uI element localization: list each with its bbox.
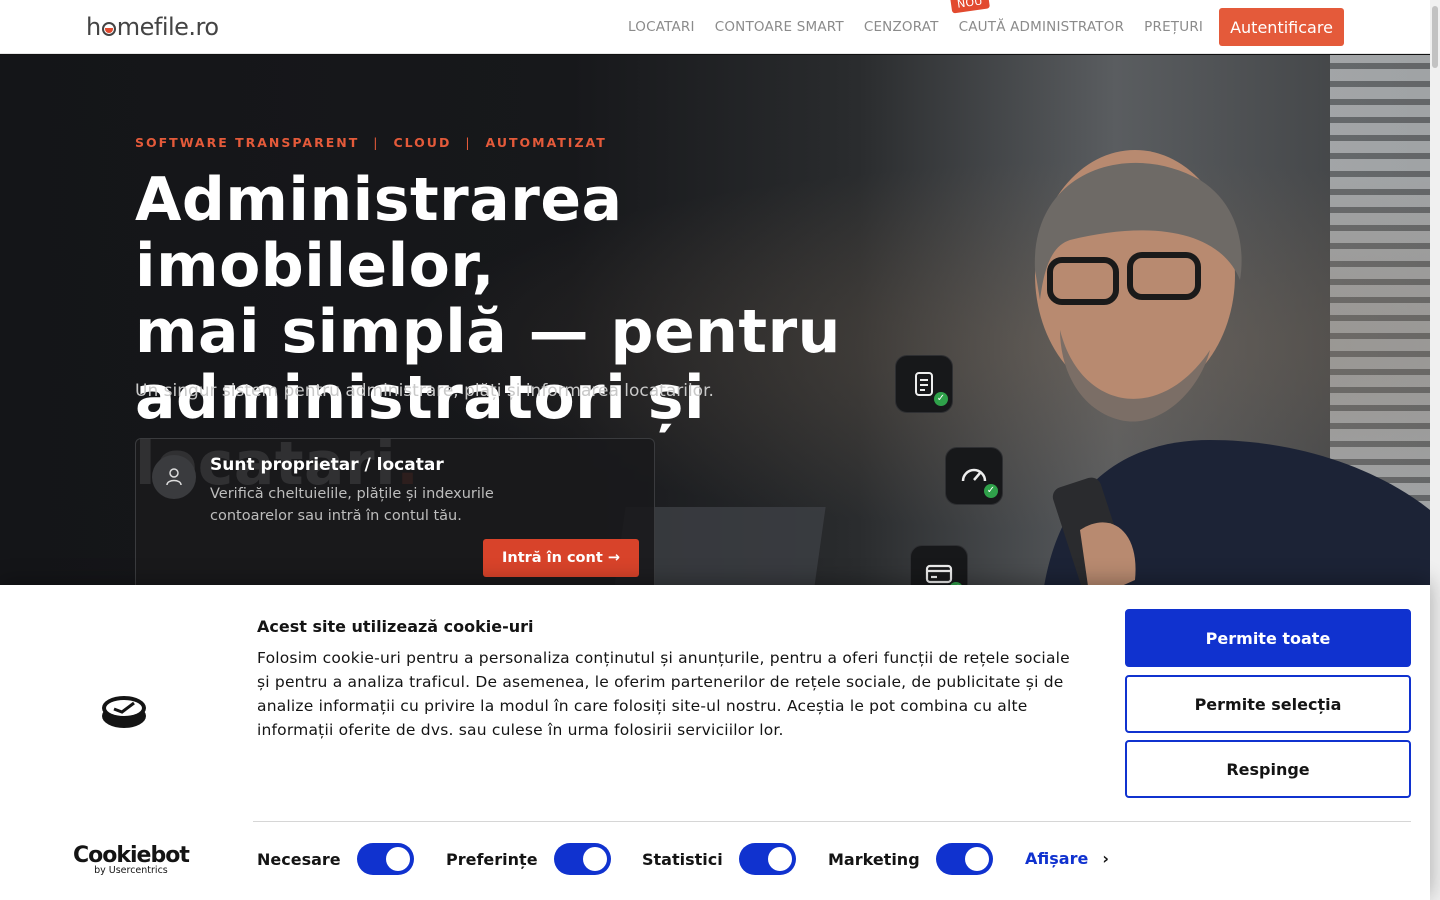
show-details-link[interactable]: Afișare › [1025, 849, 1109, 868]
nav-contoare-smart[interactable]: CONTOARE SMART [715, 19, 844, 35]
logo-text-end: mefile.ro [116, 13, 219, 41]
hero-subtitle: Un singur sistem pentru administrare, pl… [135, 381, 714, 401]
check-icon: ✓ [984, 484, 998, 498]
toggle-switch[interactable] [935, 843, 993, 875]
nav-preturi[interactable]: PREȚURI [1144, 19, 1203, 35]
toggle-label: Preferințe [446, 849, 538, 869]
chevron-right-icon: › [1102, 849, 1109, 868]
cookiebot-logo[interactable]: Cookiebot by Usercentrics [73, 843, 190, 876]
cookie-title: Acest site utilizează cookie-uri [257, 617, 534, 636]
nav-cenzorat[interactable]: CENZORAT [864, 19, 939, 35]
card-description: Verifică cheltuielile, plățile și indexu… [210, 486, 494, 524]
allow-all-button[interactable]: Permite toate [1125, 609, 1411, 667]
toggle-switch[interactable] [738, 843, 796, 875]
hero-section: SOFTWARE TRANSPARENT | CLOUD | AUTOMATIZAT A… [0, 55, 1430, 585]
site-header: h mefile.ro LOCATARI CONTOARE SMART CENZO… [0, 0, 1430, 54]
enter-account-button[interactable]: Intră în cont → [483, 539, 639, 577]
check-icon: ✓ [934, 392, 948, 406]
toggle-label: Marketing [828, 849, 920, 869]
page-scrollbar[interactable] [1430, 0, 1440, 900]
toggle-marketing[interactable]: Marketing [828, 843, 993, 875]
toggle-label: Necesare [257, 849, 341, 869]
allow-selection-button[interactable]: Permite selecția [1125, 675, 1411, 733]
login-button[interactable]: Autentificare [1219, 8, 1344, 46]
logo-text-start: h [86, 13, 101, 41]
toggle-preferinte[interactable]: Preferințe [446, 843, 611, 875]
headline-line: Administrarea imobilelor, [135, 165, 623, 301]
main-nav: LOCATARI CONTOARE SMART CENZORAT NOU CAUT… [618, 0, 1213, 54]
logo-o-icon [101, 22, 116, 36]
card-title: Sunt proprietar / locatar [210, 455, 444, 475]
tagline-separator: | [465, 135, 472, 150]
cookie-consent-banner: Acest site utilizează cookie-uri Folosim… [0, 585, 1430, 900]
new-badge: NOU [949, 0, 990, 14]
tagline-item: CLOUD [393, 135, 452, 150]
document-check-icon: ✓ [895, 355, 953, 413]
cookie-description: Folosim cookie-uri pentru a personaliza … [257, 649, 1070, 739]
cookiebot-icon [102, 696, 146, 728]
hero-tagline: SOFTWARE TRANSPARENT | CLOUD | AUTOMATIZAT [135, 135, 607, 150]
nav-locatari[interactable]: LOCATARI [628, 19, 695, 35]
toggle-switch[interactable] [553, 843, 611, 875]
headline-line: mai simplă — pentru [135, 297, 841, 367]
meter-check-icon: ✓ [945, 447, 1003, 505]
toggle-switch[interactable] [356, 843, 414, 875]
owner-tenant-card: Sunt proprietar / locatar Verifică chelt… [135, 438, 655, 585]
toggle-label: Statistici [642, 849, 723, 869]
reject-button[interactable]: Respinge [1125, 740, 1411, 798]
tagline-item: AUTOMATIZAT [485, 135, 607, 150]
show-details-label: Afișare [1025, 849, 1089, 868]
card-check-icon: ✓ [910, 545, 968, 585]
nav-cauta-administrator[interactable]: NOU CAUTĂ ADMINISTRATOR [949, 0, 1125, 35]
user-icon [152, 455, 196, 499]
scrollbar-thumb[interactable] [1432, 6, 1438, 68]
nav-cauta-administrator-label: CAUTĂ ADMINISTRATOR [958, 19, 1125, 35]
toggle-necesare[interactable]: Necesare [257, 843, 414, 875]
arrow-right-icon: → [607, 550, 620, 566]
homefile-logo[interactable]: h mefile.ro [86, 13, 219, 41]
tagline-item: SOFTWARE TRANSPARENT [135, 135, 360, 150]
enter-account-label: Intră în cont [501, 550, 603, 566]
hero-person-image [1034, 150, 1430, 585]
cookie-divider [253, 821, 1411, 822]
tagline-separator: | [373, 135, 380, 150]
toggle-statistici[interactable]: Statistici [642, 843, 796, 875]
